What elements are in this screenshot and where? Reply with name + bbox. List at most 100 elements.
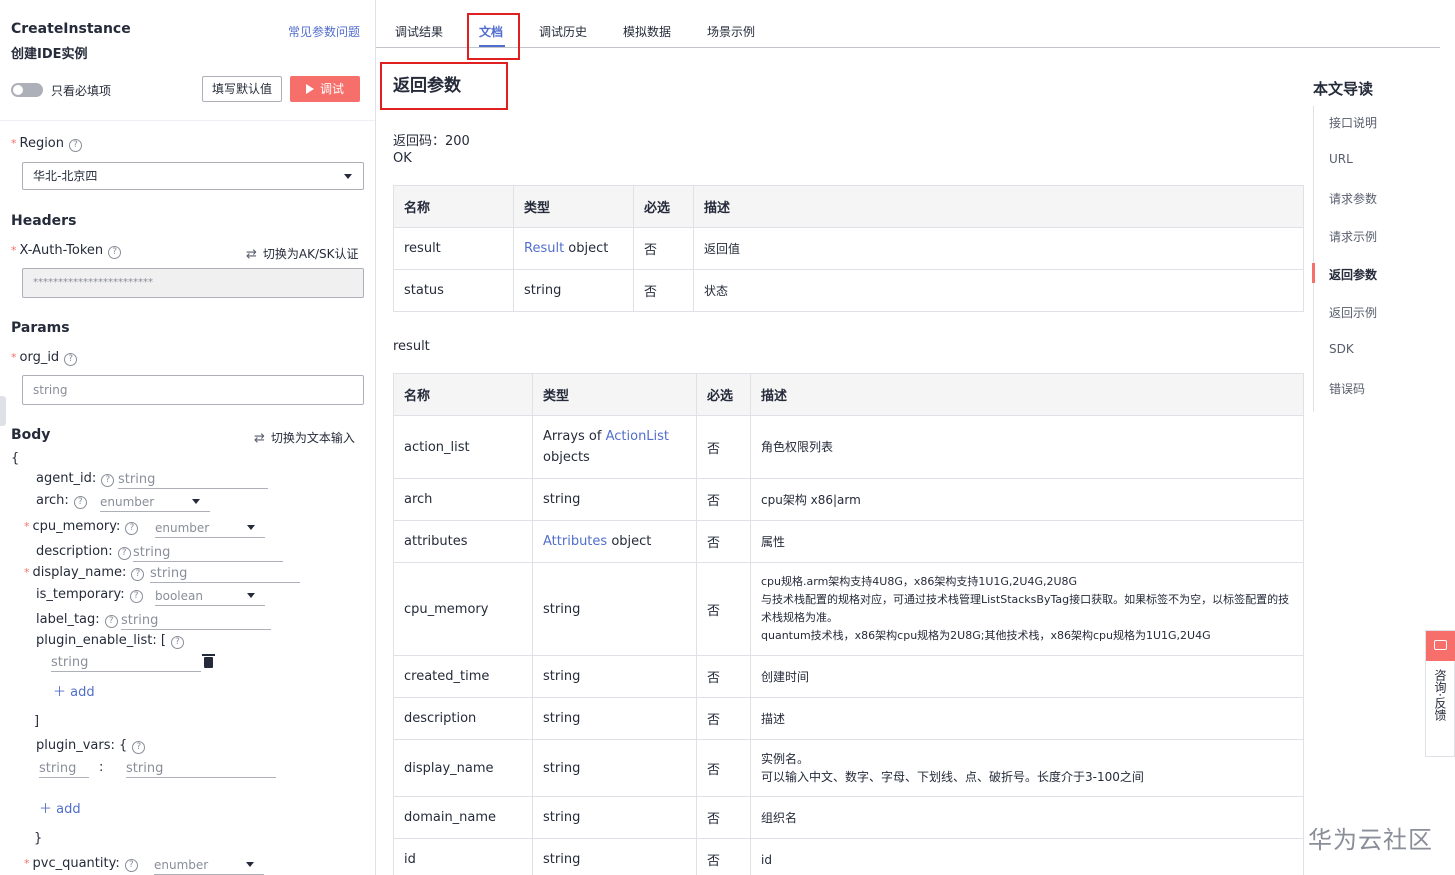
- help-icon[interactable]: ?: [132, 741, 146, 754]
- return-status: OK: [393, 151, 412, 166]
- required-star-icon: *: [11, 244, 17, 257]
- table-header-row: 名称 类型 必选 描述: [393, 373, 1304, 416]
- collapse-handle[interactable]: [0, 396, 6, 426]
- help-icon[interactable]: ?: [125, 522, 139, 535]
- param-required: 否: [696, 520, 751, 563]
- param-name: status: [393, 269, 514, 312]
- region-label: * Region?: [11, 136, 83, 152]
- play-icon: [305, 84, 314, 94]
- param-name: domain_name: [393, 796, 533, 839]
- help-icon[interactable]: ?: [73, 496, 87, 509]
- param-required: 否: [633, 227, 694, 270]
- cpu-memory-select[interactable]: enumber: [155, 520, 265, 538]
- description-input[interactable]: string: [133, 545, 283, 562]
- label-tag-input[interactable]: string: [121, 613, 271, 630]
- param-type: string: [513, 269, 634, 312]
- help-icon[interactable]: ?: [131, 568, 145, 581]
- help-icon[interactable]: ?: [124, 859, 138, 872]
- plus-icon: ＋: [53, 685, 71, 700]
- faq-link[interactable]: 常见参数问题: [288, 23, 360, 40]
- help-icon[interactable]: ?: [117, 547, 131, 560]
- arch-select[interactable]: enumber: [100, 494, 210, 512]
- help-icon[interactable]: ?: [101, 474, 115, 487]
- section-label-result: result: [393, 339, 430, 354]
- params-title: Params: [11, 320, 70, 336]
- debug-button-label: 调试: [319, 82, 344, 96]
- switch-text-input-link[interactable]: ⇄ 切换为文本输入: [254, 429, 355, 446]
- param-type: string: [532, 562, 697, 656]
- pvc-quantity-label: * pvc_quantity:?: [24, 856, 138, 872]
- region-select[interactable]: 华北-北京四: [22, 162, 364, 190]
- table-row: description string 否 描述: [393, 697, 1304, 740]
- toc-rail: [1313, 106, 1314, 412]
- toc-item-api-desc[interactable]: 接口说明: [1329, 114, 1377, 131]
- type-link[interactable]: ActionList: [606, 429, 669, 444]
- chat-icon: [1434, 640, 1447, 650]
- table-row: display_name string 否 实例名。 可以输入中文、数字、字母、下…: [393, 739, 1304, 797]
- pvc-quantity-select[interactable]: enumber: [154, 857, 264, 875]
- help-icon[interactable]: ?: [129, 590, 143, 603]
- tab-mock-data[interactable]: 模拟数据: [623, 23, 671, 40]
- agent-id-input[interactable]: string: [118, 472, 268, 489]
- debug-button[interactable]: 调试: [290, 76, 360, 102]
- feedback-widget[interactable]: 咨询·反馈: [1425, 630, 1455, 757]
- param-required: 否: [696, 739, 751, 797]
- help-icon[interactable]: ?: [64, 353, 78, 366]
- help-icon[interactable]: ?: [170, 636, 184, 649]
- column-header: 类型: [513, 185, 634, 228]
- is-temporary-select[interactable]: boolean: [155, 588, 265, 606]
- param-type: string: [532, 796, 697, 839]
- highlight-box-heading: [380, 62, 508, 110]
- plugin-vars-label: plugin_vars: {?: [36, 738, 146, 754]
- toc-item-response-example[interactable]: 返回示例: [1329, 304, 1377, 321]
- toc-item-request-example[interactable]: 请求示例: [1329, 228, 1377, 245]
- plugin-vars-key-input[interactable]: string: [39, 761, 89, 778]
- toc-item-response-params[interactable]: 返回参数: [1329, 266, 1377, 283]
- toc-item-url[interactable]: URL: [1329, 152, 1353, 166]
- plugin-vars-value-input[interactable]: string: [126, 761, 276, 778]
- response-table: 名称 类型 必选 描述 result Result object 否 返回值 s…: [393, 185, 1304, 312]
- plugin-enable-list-input[interactable]: string: [51, 655, 201, 672]
- plugin-enable-list-label: plugin_enable_list: [?: [36, 633, 184, 649]
- display-name-input[interactable]: string: [150, 566, 300, 583]
- param-type: string: [532, 655, 697, 698]
- required-star-icon: *: [11, 137, 17, 150]
- chevron-down-icon: [246, 862, 254, 867]
- table-row: arch string 否 cpu架构 x86|arm: [393, 478, 1304, 521]
- type-link[interactable]: Attributes: [543, 534, 607, 549]
- param-desc: cpu规格.arm架构支持4U8G，x86架构支持1U1G,2U4G,2U8G 与…: [750, 562, 1304, 656]
- add-var-link[interactable]: ＋ add: [39, 798, 81, 817]
- feedback-header: [1426, 631, 1455, 661]
- toc-item-request-params[interactable]: 请求参数: [1329, 190, 1377, 207]
- param-name: cpu_memory: [393, 562, 533, 656]
- help-icon[interactable]: ?: [69, 139, 83, 152]
- trash-icon[interactable]: [202, 654, 215, 668]
- help-icon[interactable]: ?: [104, 615, 118, 628]
- toc-item-error-codes[interactable]: 错误码: [1329, 380, 1365, 397]
- org-id-input[interactable]: string: [22, 375, 364, 405]
- param-required: 否: [633, 269, 694, 312]
- param-type: string: [532, 838, 697, 875]
- tab-scenario-examples[interactable]: 场景示例: [707, 23, 755, 40]
- param-name: id: [393, 838, 533, 875]
- help-icon[interactable]: ?: [108, 246, 122, 259]
- switch-aksk-link[interactable]: ⇄ 切换为AK/SK认证: [246, 245, 359, 262]
- swap-icon: ⇄: [254, 431, 265, 446]
- table-row: result Result object 否 返回值: [393, 227, 1304, 270]
- column-header: 名称: [393, 185, 514, 228]
- tab-debug-result[interactable]: 调试结果: [395, 23, 443, 40]
- fill-default-button[interactable]: 填写默认值: [202, 76, 282, 102]
- tab-debug-history[interactable]: 调试历史: [539, 23, 587, 40]
- required-star-icon: *: [24, 857, 30, 870]
- add-list-item-link[interactable]: ＋ add: [53, 681, 95, 700]
- required-star-icon: *: [24, 520, 30, 533]
- table-row: cpu_memory string 否 cpu规格.arm架构支持4U8G，x8…: [393, 562, 1304, 656]
- type-link[interactable]: Result: [524, 241, 564, 256]
- column-header: 描述: [750, 373, 1304, 416]
- label-tag-label: label_tag:?: [36, 612, 118, 628]
- param-type: string: [532, 697, 697, 740]
- toc-item-sdk[interactable]: SDK: [1329, 342, 1354, 356]
- auth-token-input[interactable]: ************************: [22, 268, 364, 298]
- required-only-toggle[interactable]: [11, 83, 43, 97]
- param-type: string: [532, 478, 697, 521]
